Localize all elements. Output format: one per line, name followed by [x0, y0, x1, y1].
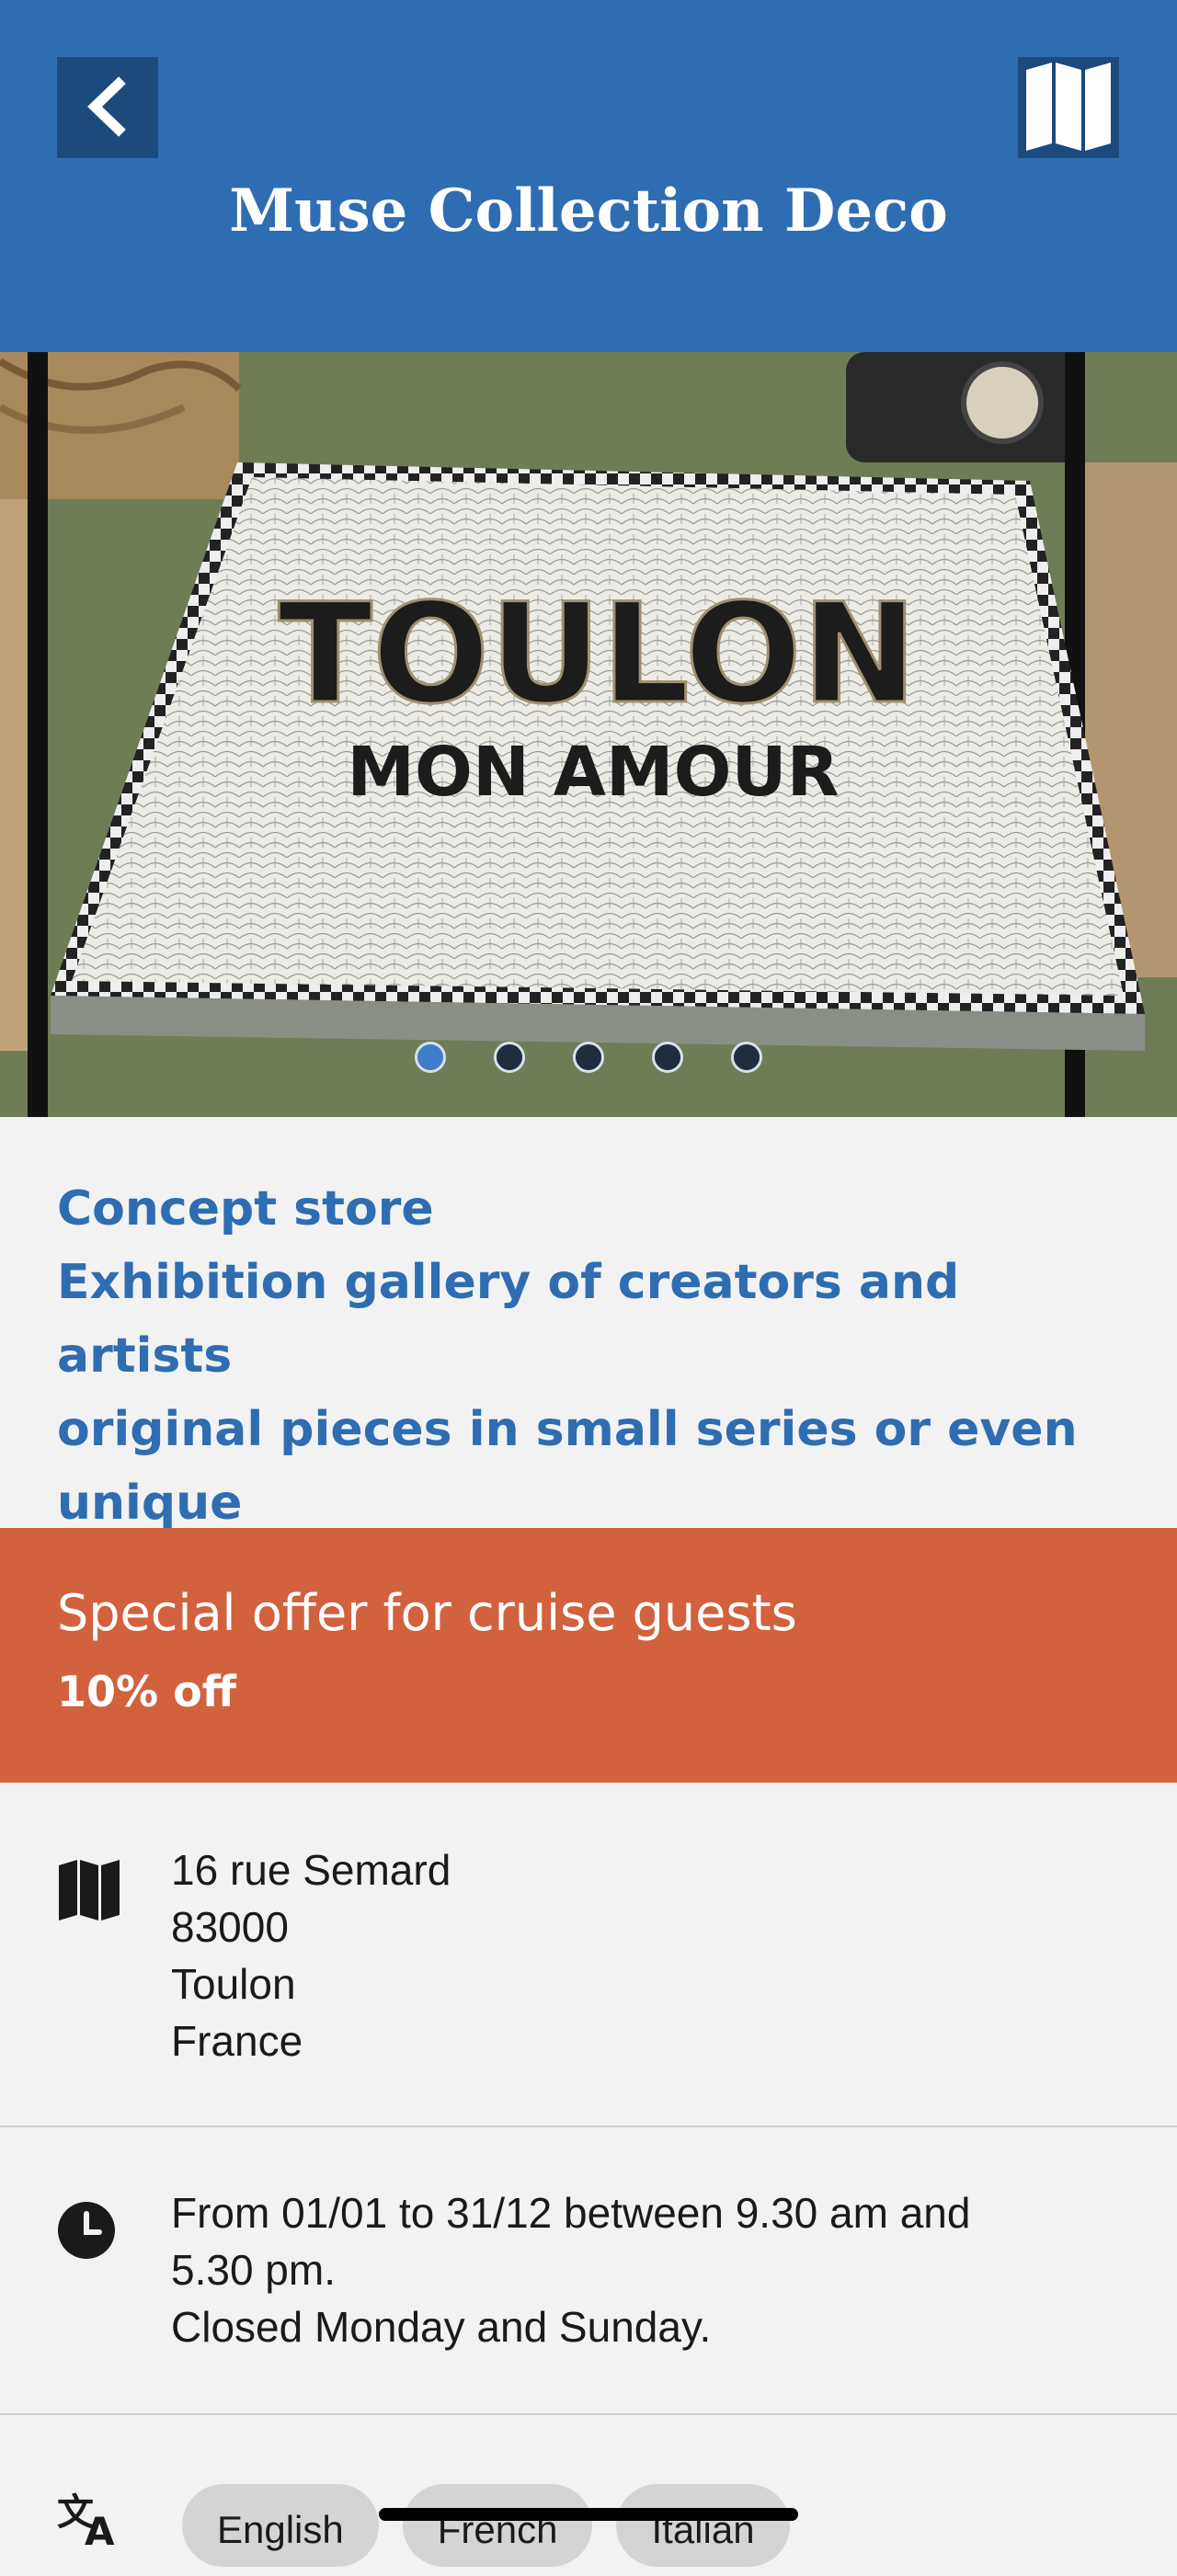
description-line: Concept store [57, 1181, 434, 1237]
page-title: Muse Collection Deco [229, 177, 948, 245]
hero-sign-line1: TOULON [279, 575, 918, 735]
carousel-dot[interactable] [652, 1042, 683, 1073]
hero-photo: TOULON MON AMOUR [0, 352, 1177, 1117]
language-chip[interactable]: English [182, 2484, 379, 2567]
home-indicator[interactable] [379, 2508, 798, 2521]
language-chip[interactable]: Italian [616, 2484, 790, 2567]
carousel-dot[interactable] [494, 1042, 525, 1073]
address-line: 16 rue Semard [171, 1846, 451, 1894]
address-line: France [171, 2017, 303, 2065]
address-text: 16 rue Semard 83000 Toulon France [171, 1841, 1146, 2069]
hero-carousel[interactable]: TOULON MON AMOUR [0, 352, 1177, 1117]
hours-line: From 01/01 to 31/12 between 9.30 am and [171, 2189, 971, 2237]
chevron-left-icon [80, 74, 135, 142]
translate-icon: 文 A [57, 2488, 121, 2554]
address-line: Toulon [171, 1960, 296, 2008]
hours-row: From 01/01 to 31/12 between 9.30 am and 5… [0, 2127, 1177, 2415]
clock-icon [57, 2201, 116, 2264]
language-chips: English French Italian [182, 2484, 790, 2567]
address-line: 83000 [171, 1903, 289, 1951]
description: Concept store Exhibition gallery of creat… [57, 1172, 1133, 1540]
hours-text: From 01/01 to 31/12 between 9.30 am and 5… [171, 2184, 1146, 2355]
header-bar: Muse Collection Deco [0, 0, 1177, 352]
carousel-dot[interactable] [731, 1042, 762, 1073]
hero-sign-line2: MON AMOUR [347, 733, 839, 812]
carousel-dot[interactable] [573, 1042, 604, 1073]
map-button[interactable] [1018, 56, 1119, 159]
hours-line: 5.30 pm. [171, 2246, 336, 2294]
carousel-dot[interactable] [415, 1042, 446, 1073]
map-icon [1019, 56, 1118, 159]
address-row[interactable]: 16 rue Semard 83000 Toulon France [0, 1784, 1177, 2127]
map-icon [57, 1858, 121, 1927]
offer-value: 10% off [57, 1667, 236, 1716]
offer-title: Special offer for cruise guests [57, 1584, 797, 1642]
back-button[interactable] [57, 57, 158, 158]
language-chip[interactable]: French [402, 2484, 593, 2567]
carousel-indicator [0, 1042, 1177, 1075]
svg-text:A: A [85, 2509, 115, 2547]
hours-line: Closed Monday and Sunday. [171, 2303, 712, 2351]
offer-banner: Special offer for cruise guests 10% off [0, 1528, 1177, 1783]
description-line: original pieces in small series or even [57, 1402, 1078, 1457]
description-line: Exhibition gallery of creators and artis… [57, 1255, 960, 1384]
